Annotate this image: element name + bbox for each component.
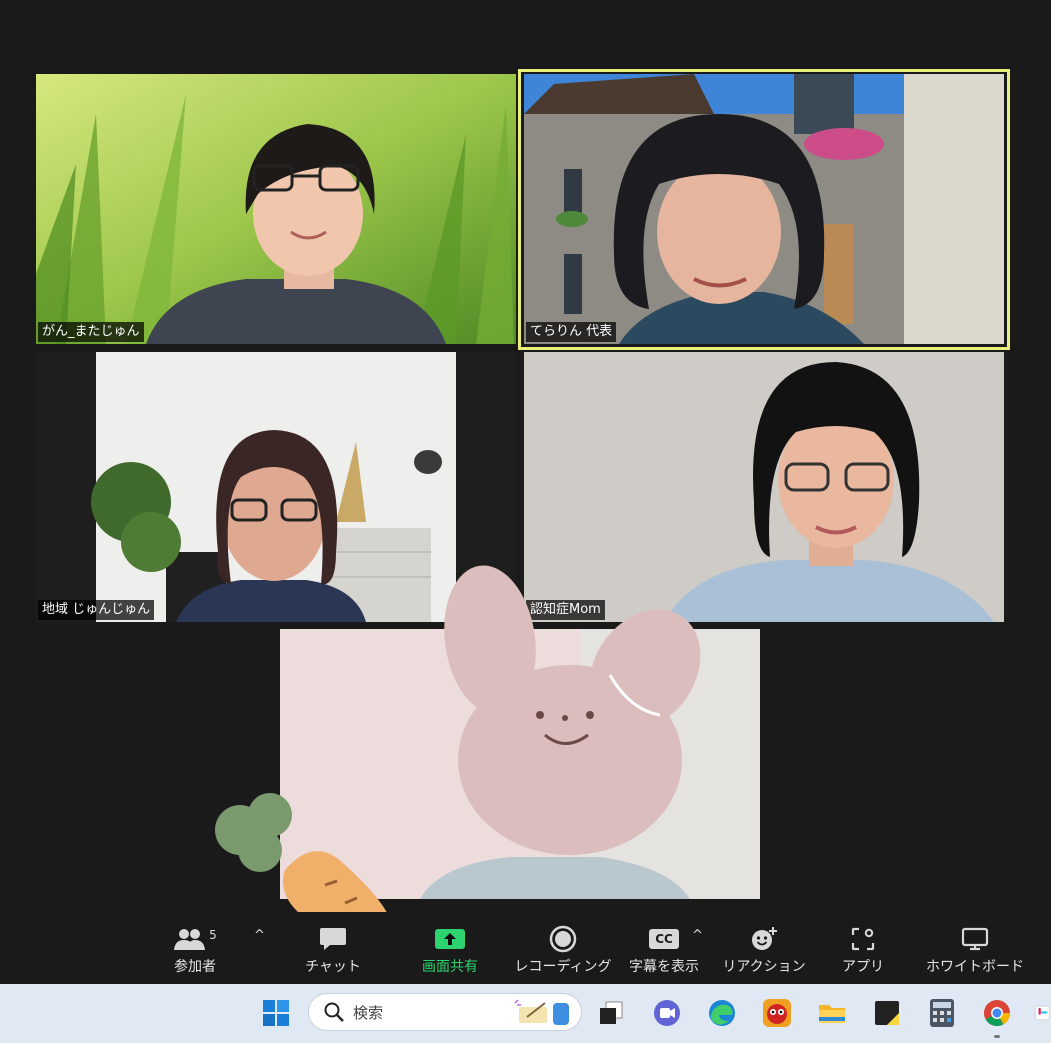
- participants-icon: [174, 929, 206, 950]
- edge-icon: [709, 1000, 735, 1026]
- apps-button[interactable]: アプリ: [830, 912, 896, 984]
- calculator-button[interactable]: [925, 996, 959, 1030]
- share-screen-button[interactable]: 画面共有: [410, 912, 490, 984]
- bunny-sticker: [444, 565, 701, 855]
- share-screen-label: 画面共有: [422, 959, 478, 975]
- reactions-icon: [752, 927, 777, 950]
- windows-start-icon: [263, 1000, 289, 1026]
- task-view-button[interactable]: [594, 996, 628, 1030]
- task-view-icon: [600, 1001, 623, 1024]
- meeting-toolbar: 5 参加者 ^ チャット 画面共有 レコーディング CC 字幕を表示 ^ リアク…: [0, 912, 1051, 984]
- teams-icon: [654, 1000, 680, 1026]
- captions-caret[interactable]: ^: [692, 928, 703, 943]
- app-icon-character[interactable]: [760, 996, 794, 1030]
- windows-taskbar: 検索: [0, 984, 1051, 1043]
- search-highlight-icon: [514, 999, 569, 1025]
- reactions-button[interactable]: リアクション: [722, 912, 806, 984]
- record-label: レコーディング: [514, 959, 612, 975]
- participants-button[interactable]: 5 参加者: [160, 912, 230, 984]
- search-placeholder: 検索: [353, 1003, 384, 1022]
- whiteboard-icon: [961, 927, 989, 951]
- video-feed-1: [36, 74, 516, 344]
- taskbar-search-box[interactable]: 検索: [308, 993, 582, 1031]
- video-feed-2: [524, 74, 1004, 344]
- video-tile-2[interactable]: てらりん 代表: [524, 74, 1004, 344]
- sticky-notes-icon: [875, 1001, 899, 1025]
- record-icon: [549, 925, 577, 953]
- chrome-icon: [984, 1000, 1011, 1027]
- app-icon-overflow[interactable]: [1034, 996, 1051, 1030]
- participants-caret[interactable]: ^: [254, 928, 265, 943]
- participant-name-1: がん_またじゅん: [38, 322, 144, 342]
- share-screen-icon: [435, 929, 465, 949]
- chrome-button[interactable]: [980, 996, 1014, 1038]
- whiteboard-button[interactable]: ホワイトボード: [924, 912, 1026, 984]
- captions-button[interactable]: CC 字幕を表示: [622, 912, 706, 984]
- whiteboard-label: ホワイトボード: [926, 959, 1024, 975]
- chat-icon: [320, 928, 346, 950]
- edge-button[interactable]: [705, 996, 739, 1030]
- captions-icon: CC: [649, 929, 679, 949]
- character-app-icon: [763, 999, 791, 1027]
- reactions-label: リアクション: [722, 959, 806, 975]
- slack-icon: [1035, 1005, 1050, 1021]
- chat-button[interactable]: チャット: [298, 912, 368, 984]
- video-tile-1[interactable]: がん_またじゅん: [36, 74, 516, 344]
- windows-start-button[interactable]: [259, 996, 293, 1030]
- sticky-notes-button[interactable]: [870, 996, 904, 1030]
- teams-button[interactable]: [650, 996, 684, 1030]
- participants-count: 5: [209, 928, 217, 942]
- search-icon: [324, 1002, 344, 1022]
- calculator-icon: [930, 999, 954, 1027]
- participant-name-3: 地域 じゅんじゅん: [38, 600, 155, 620]
- chrome-running-indicator: [994, 1035, 1000, 1038]
- participant-name-2: てらりん 代表: [526, 322, 617, 342]
- apps-label: アプリ: [842, 959, 884, 975]
- captions-label: 字幕を表示: [629, 959, 699, 975]
- file-explorer-icon: [819, 1005, 845, 1023]
- chat-label: チャット: [305, 959, 361, 975]
- participants-label: 参加者: [174, 959, 216, 975]
- file-explorer-button[interactable]: [815, 996, 849, 1030]
- apps-icon: [851, 927, 875, 951]
- record-button[interactable]: レコーディング: [514, 912, 612, 984]
